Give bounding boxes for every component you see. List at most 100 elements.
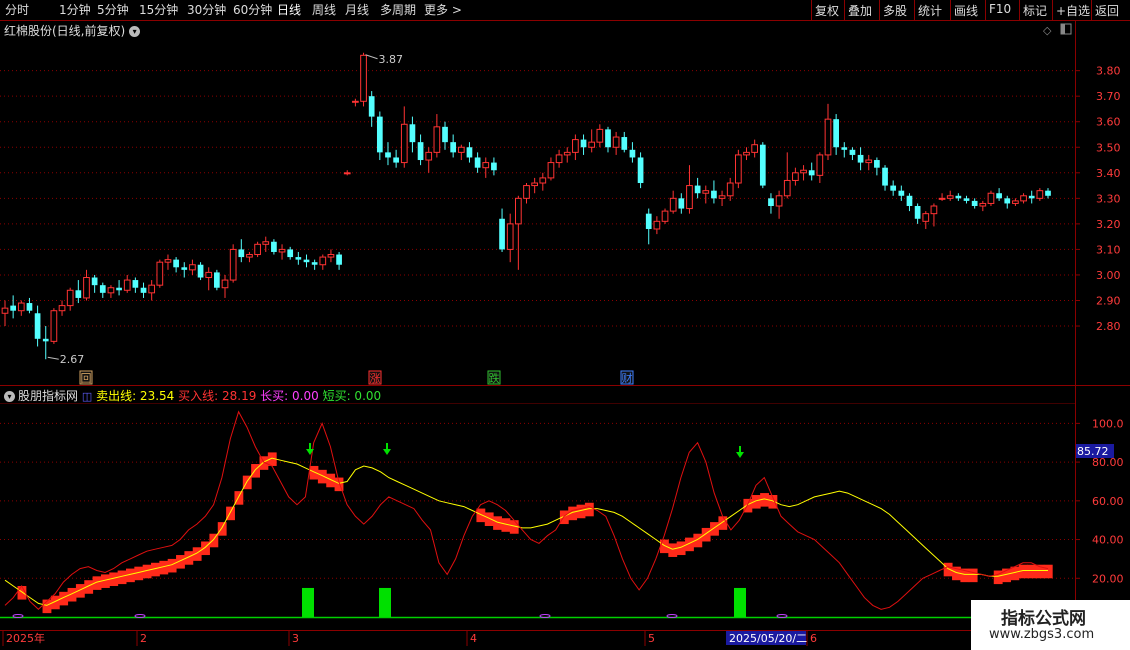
candle-body <box>963 198 970 201</box>
event-marker-label: 财 <box>622 371 633 385</box>
candle-body <box>702 190 710 194</box>
indicator-tick-label: 40.00 <box>1092 534 1124 547</box>
momentum-bar <box>259 456 269 470</box>
candle-body <box>271 241 277 252</box>
indicator-grid <box>0 422 1075 579</box>
diamond-icon[interactable]: ◇ <box>1043 24 1052 37</box>
candle-body <box>588 141 596 148</box>
candle-body <box>563 151 571 156</box>
candle-body <box>352 100 359 103</box>
candle-body <box>922 213 930 222</box>
candle-body <box>629 149 636 158</box>
date-label: 2025年 <box>6 631 45 645</box>
indicator-plot <box>0 410 1075 619</box>
momentum-bar <box>217 522 227 536</box>
candle-body <box>400 123 408 164</box>
candle-body <box>75 290 82 298</box>
short-buy-marker <box>134 614 146 618</box>
momentum-bar <box>209 533 219 548</box>
down-arrow-icon <box>736 452 744 458</box>
candle-body <box>661 210 669 222</box>
event-marker-label: 回 <box>81 372 92 385</box>
candle-body <box>898 190 905 196</box>
candle-body <box>214 272 220 288</box>
candle-body <box>442 126 448 143</box>
candle-body <box>295 257 302 260</box>
candle-body <box>506 223 514 250</box>
candle-body <box>1004 198 1011 204</box>
candle-body <box>946 195 954 199</box>
date-label: 5 <box>648 632 655 645</box>
candle-body <box>808 170 815 176</box>
event-marker-label: 跌 <box>489 371 500 385</box>
candle-body <box>189 264 196 271</box>
candle-body <box>99 285 106 293</box>
candle-body <box>686 185 693 210</box>
momentum-bar <box>326 473 336 488</box>
candle-body <box>34 313 41 339</box>
momentum-bar <box>309 465 319 480</box>
candle-body <box>181 267 188 270</box>
date-label: 4 <box>470 632 477 645</box>
momentum-bar <box>476 508 486 523</box>
low-price-label: 2.67 <box>60 353 85 366</box>
signal-bar <box>379 587 391 617</box>
candle-body <box>800 169 807 174</box>
candle-body <box>596 128 604 143</box>
date-label: 2 <box>140 632 147 645</box>
momentum-bar <box>1027 564 1036 579</box>
date-label: 6 <box>810 632 817 645</box>
sell-line <box>4 457 1048 606</box>
candle-body <box>156 261 164 286</box>
candle-body <box>466 147 473 158</box>
price-tick-label: 3.30 <box>1096 192 1121 205</box>
candle-body <box>605 129 611 148</box>
candle-body <box>499 218 505 250</box>
momentum-bar <box>660 539 669 554</box>
watermark-url: www.zbgs3.com <box>989 627 1095 642</box>
panel-toggle-fill <box>1061 24 1065 34</box>
candle-body <box>523 185 530 199</box>
candle-body <box>278 248 286 253</box>
candle-body <box>768 198 774 206</box>
down-arrow-icon <box>306 449 314 455</box>
date-label: 3 <box>292 632 299 645</box>
candle-body <box>1045 190 1051 196</box>
candle-body <box>393 157 399 163</box>
candle-body <box>433 126 441 153</box>
candle-body <box>287 249 294 258</box>
candle-body <box>996 193 1002 199</box>
candle-body <box>906 195 913 206</box>
candle-body <box>841 147 848 150</box>
event-markers: 回涨跌财 <box>79 370 634 385</box>
candle-body <box>417 142 424 161</box>
candle-body <box>833 119 839 148</box>
cursor-date-label: 2025/05/20/二 <box>729 632 807 645</box>
indicator-tick-label: 100.0 <box>1092 417 1124 430</box>
momentum-bar <box>334 477 344 492</box>
candle-body <box>914 206 921 219</box>
candle-body <box>319 256 327 266</box>
candle-body <box>694 185 701 194</box>
candle-body <box>450 142 457 153</box>
candle-body <box>360 54 367 102</box>
price-grid <box>0 70 1075 327</box>
candle-body <box>385 152 391 158</box>
candle-body <box>824 118 832 156</box>
candlesticks <box>1 52 1051 360</box>
candle-body <box>987 192 995 204</box>
momentum-bar <box>668 543 678 557</box>
candle-body <box>26 303 33 311</box>
candle-body <box>930 205 938 215</box>
price-tick-label: 3.10 <box>1096 243 1121 256</box>
price-tick-label: 2.90 <box>1096 294 1121 307</box>
candle-body <box>971 200 978 206</box>
candle-body <box>555 154 563 164</box>
candle-body <box>50 310 58 342</box>
date-axis: 2025年 2 3 4 5 62025/05/20/二 <box>2 630 817 646</box>
candle-body <box>938 197 946 200</box>
candle-body <box>221 279 229 289</box>
candle-body <box>246 254 253 258</box>
candle-body <box>857 154 864 163</box>
kline-chart[interactable]: 3.80 3.70 3.60 3.50 3.40 3.30 3.20 3.10 3.00 2.90… <box>0 0 1130 650</box>
